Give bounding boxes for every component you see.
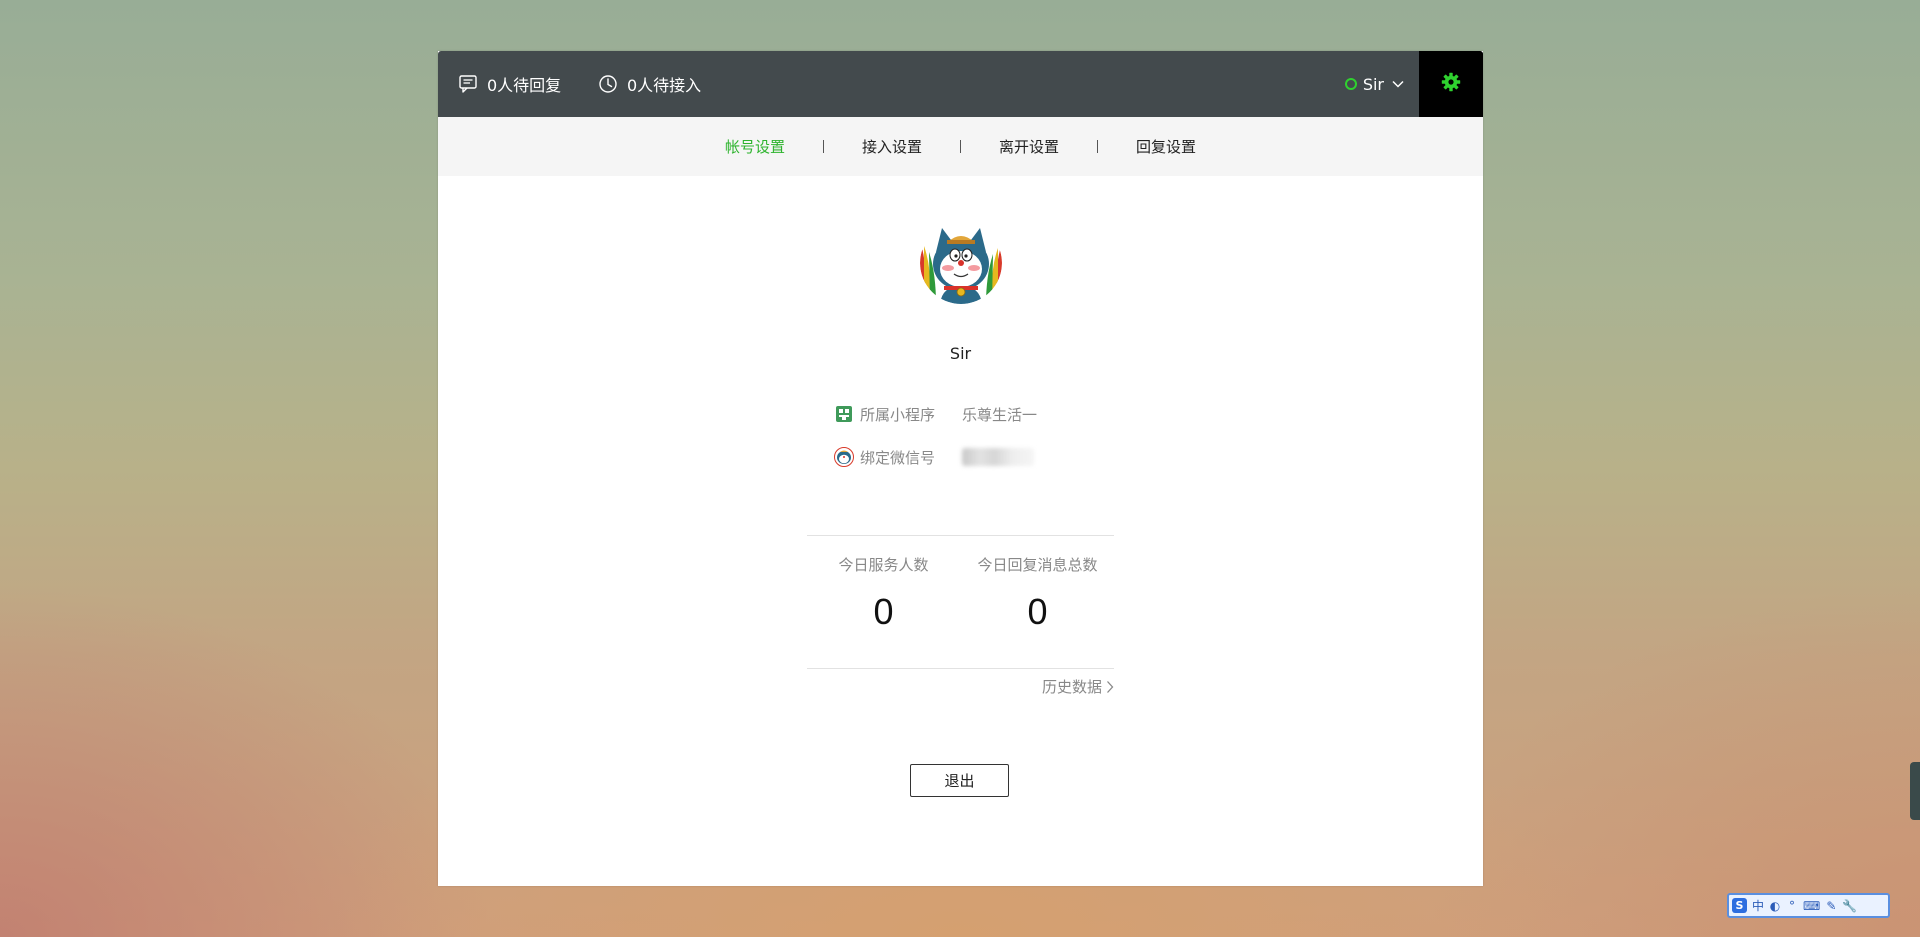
top-bar: 0人待回复 0人待接入 Sir: [438, 51, 1483, 117]
ime-toolbar[interactable]: S 中 ◐ ° ⌨ ✎ 🔧: [1727, 893, 1890, 918]
pending-access-indicator[interactable]: 0人待接入: [598, 51, 701, 117]
wechat-row: 绑定微信号: [834, 445, 1034, 469]
side-handle[interactable]: [1910, 762, 1920, 820]
tab-away-settings[interactable]: 离开设置: [997, 136, 1061, 157]
ime-moon-icon[interactable]: ◐: [1769, 899, 1781, 913]
mini-program-logo-icon: [834, 404, 854, 424]
stat-served: 今日服务人数 0: [807, 536, 960, 633]
chevron-down-icon: [1391, 77, 1405, 91]
gear-icon: [1441, 72, 1461, 96]
ime-tools-icon[interactable]: 🔧: [1842, 899, 1857, 913]
ime-keyboard-icon[interactable]: ⌨: [1803, 899, 1820, 913]
wechat-avatar-icon: [834, 447, 854, 467]
today-stats: 今日服务人数 0 今日回复消息总数 0: [807, 535, 1114, 669]
stat-replies: 今日回复消息总数 0: [961, 536, 1114, 633]
wechat-id-redacted: [962, 448, 1034, 466]
history-data-link[interactable]: 历史数据: [1042, 676, 1115, 697]
history-data-text: 历史数据: [1042, 678, 1103, 696]
mini-program-label: 所属小程序: [860, 405, 936, 424]
ime-handwrite-icon[interactable]: ✎: [1825, 899, 1837, 913]
logout-button[interactable]: 退出: [910, 764, 1009, 797]
tab-divider: [1097, 140, 1099, 153]
user-status-menu[interactable]: Sir: [1344, 51, 1405, 117]
ime-punct-icon[interactable]: °: [1786, 899, 1798, 913]
ime-lang-toggle[interactable]: 中: [1752, 897, 1764, 914]
tab-divider: [822, 140, 824, 153]
stat-replies-value: 0: [1027, 591, 1048, 632]
chevron-right-icon: [1105, 680, 1115, 694]
chat-bubble-icon: [458, 74, 478, 94]
pending-reply-indicator[interactable]: 0人待回复: [458, 51, 561, 117]
stat-served-label: 今日服务人数: [838, 556, 929, 574]
avatar: [920, 222, 1002, 304]
tab-reply-settings[interactable]: 回复设置: [1134, 136, 1198, 157]
wechat-label: 绑定微信号: [860, 448, 936, 467]
settings-button[interactable]: [1419, 51, 1483, 117]
settings-tabs: 帐号设置 接入设置 离开设置 回复设置: [438, 117, 1483, 176]
pending-access-text: 0人待接入: [627, 76, 702, 95]
tab-divider: [960, 140, 961, 153]
online-status-icon: [1344, 78, 1357, 90]
pending-reply-text: 0人待回复: [487, 76, 562, 95]
ime-logo-icon: S: [1732, 898, 1747, 913]
stat-served-value: 0: [873, 591, 894, 632]
tab-account-settings[interactable]: 帐号设置: [723, 136, 787, 157]
user-name: Sir: [1362, 74, 1384, 94]
profile-name: Sir: [949, 344, 972, 363]
clock-icon: [598, 74, 618, 94]
mini-program-row: 所属小程序 乐尊生活一: [834, 402, 1037, 426]
mini-program-value: 乐尊生活一: [962, 405, 1038, 424]
stat-replies-label: 今日回复消息总数: [977, 556, 1098, 574]
main-panel: 0人待回复 0人待接入 Sir 帐号设置 接入设置 离开设置 回复设置 Sir …: [438, 51, 1483, 886]
tab-access-settings[interactable]: 接入设置: [860, 136, 924, 157]
